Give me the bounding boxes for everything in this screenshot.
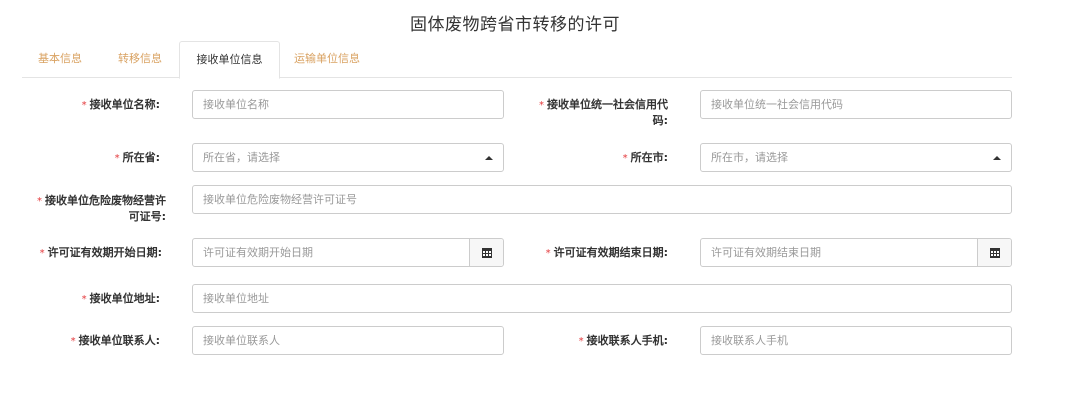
required-mark: * [622, 153, 628, 164]
city-label: * 所在市: [622, 151, 668, 164]
caret-up-icon [485, 156, 493, 160]
address-field[interactable] [192, 284, 1012, 313]
start-date-picker-button[interactable] [469, 239, 503, 266]
contact-field[interactable] [192, 326, 504, 355]
phone-input[interactable] [701, 327, 1011, 354]
address-input[interactable] [193, 285, 1011, 312]
unit-name-label: * 接收单位名称: [81, 98, 160, 111]
required-mark: * [37, 196, 42, 207]
province-input[interactable] [193, 144, 503, 171]
license-no-label: * 接收单位危险废物经营许 可证号: [37, 194, 166, 223]
license-no-field[interactable] [192, 185, 1012, 214]
tab-transport-info[interactable]: 运输单位信息 [282, 41, 372, 76]
city-select[interactable] [700, 143, 1012, 172]
city-input[interactable] [701, 144, 1011, 171]
required-mark: * [114, 153, 120, 164]
province-select[interactable] [192, 143, 504, 172]
page-title: 固体废物跨省市转移的许可 [410, 15, 620, 35]
credit-code-field[interactable] [700, 90, 1012, 119]
end-date-label: * 许可证有效期结束日期: [545, 246, 668, 259]
contact-label: * 接收单位联系人: [70, 334, 160, 347]
tab-bar: 基本信息 转移信息 接收单位信息 运输单位信息 [22, 41, 1012, 79]
tab-basic-info[interactable]: 基本信息 [22, 41, 98, 76]
start-date-label: * 许可证有效期开始日期: [39, 246, 162, 259]
province-label: * 所在省: [114, 151, 160, 164]
required-mark: * [39, 248, 45, 259]
required-mark: * [70, 336, 76, 347]
unit-name-input[interactable] [193, 91, 503, 118]
unit-name-field[interactable] [192, 90, 504, 119]
start-date-field[interactable] [192, 238, 504, 267]
license-no-input[interactable] [193, 186, 1011, 213]
address-label: * 接收单位地址: [81, 292, 160, 305]
start-date-input[interactable] [193, 239, 503, 266]
required-mark: * [539, 100, 544, 111]
end-date-picker-button[interactable] [977, 239, 1011, 266]
calendar-icon [481, 247, 492, 258]
phone-label: * 接收联系人手机: [578, 334, 668, 347]
required-mark: * [578, 336, 584, 347]
tab-transfer-info[interactable]: 转移信息 [102, 41, 178, 76]
tab-receiver-info[interactable]: 接收单位信息 [179, 41, 280, 79]
phone-field[interactable] [700, 326, 1012, 355]
caret-up-icon [993, 156, 1001, 160]
credit-code-label: * 接收单位统一社会信用代 码: [539, 98, 668, 127]
contact-input[interactable] [193, 327, 503, 354]
required-mark: * [81, 100, 87, 111]
required-mark: * [545, 248, 551, 259]
end-date-field[interactable] [700, 238, 1012, 267]
required-mark: * [81, 294, 87, 305]
end-date-input[interactable] [701, 239, 1011, 266]
credit-code-input[interactable] [701, 91, 1011, 118]
calendar-icon [989, 247, 1000, 258]
